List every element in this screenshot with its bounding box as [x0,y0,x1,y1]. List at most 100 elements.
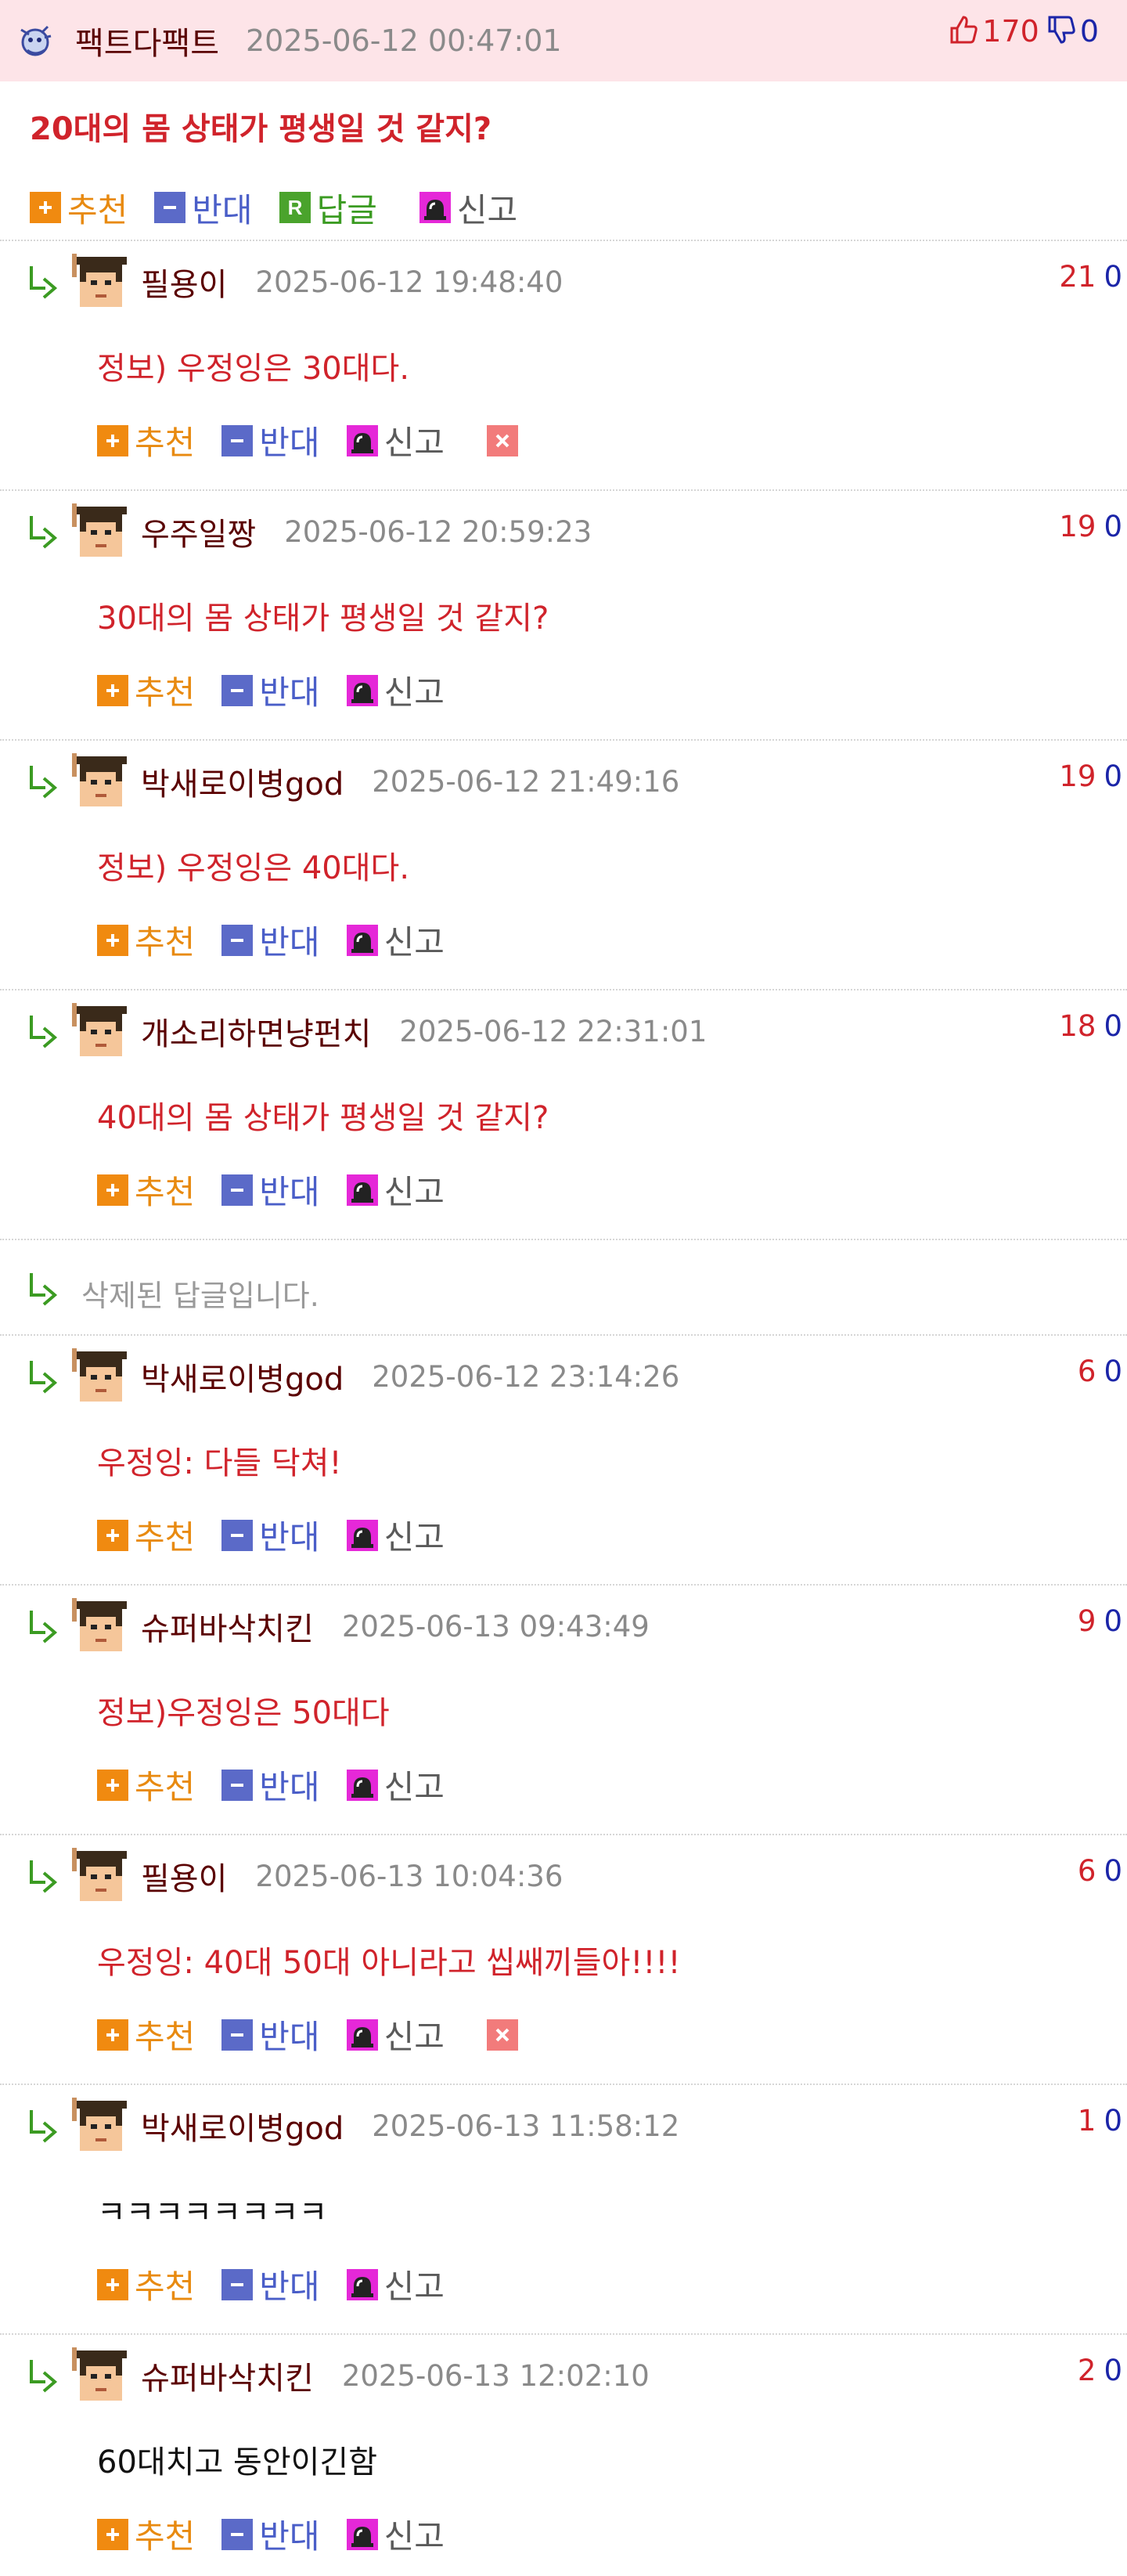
reply-nickname[interactable]: 슈퍼바삭치킨 [141,1604,314,1649]
reply-score: 60 [1078,1854,1122,1888]
report-button[interactable]: 신고 [346,2011,445,2058]
reply-nickname[interactable]: 박새로이병god [141,1354,344,1399]
oppose-button[interactable]: 반대 [221,916,320,964]
report-button[interactable]: 신고 [346,1166,445,1214]
reply-actions: 추천 반대 신고 [97,916,471,964]
avatar[interactable] [72,503,128,560]
delete-icon[interactable] [486,424,518,456]
recommend-button[interactable]: 추천 [97,417,195,464]
oppose-button[interactable]: 반대 [221,1511,320,1559]
top-comment-up-count: 170 [982,14,1039,49]
recommend-button[interactable]: 추천 [97,1166,195,1214]
recommend-button[interactable]: 추천 [97,2260,195,2308]
reply-up-count: 18 [1059,1009,1096,1043]
plus-icon [97,1174,128,1206]
oppose-button[interactable]: 반대 [221,2011,320,2058]
report-label: 신고 [383,1173,445,1211]
avatar[interactable] [72,2098,128,2154]
reply-item: 우주일짱 2025-06-12 20:59:23 19 0 30대의 몸 상태가 평생일… [0,491,1127,741]
avatar[interactable] [72,2347,128,2404]
reply-nickname[interactable]: 박새로이병god [141,759,344,804]
reply-text: 40대의 몸 상태가 평생일 것 같지? [97,1100,549,1136]
avatar[interactable] [72,1598,128,1654]
avatar[interactable] [72,1848,128,1904]
avatar[interactable] [72,753,128,810]
reply-date: 2025-06-12 21:49:16 [372,764,680,799]
recommend-button[interactable]: 추천 [97,666,195,714]
minus-icon [221,1519,254,1551]
reply-date: 2025-06-12 23:14:26 [372,1359,680,1394]
recommend-button[interactable]: 추천 [97,1511,195,1559]
avatar[interactable] [72,1003,128,1059]
minus-icon [221,1769,254,1801]
reply-down-count: 0 [1104,1604,1122,1638]
recommend-button[interactable]: 추천 [97,2011,195,2058]
siren-icon [346,2268,378,2300]
oppose-label: 반대 [259,673,320,712]
oppose-button[interactable]: 반대 [221,2260,320,2308]
oppose-button[interactable]: 반대 [154,184,253,232]
top-comment-body: 20대의 몸 상태가 평생일 것 같지? [0,81,1127,147]
reply-r-icon: R [279,192,311,223]
siren-icon [346,2019,378,2051]
top-comment-nickname[interactable]: 팩트다팩트 [75,18,219,63]
oppose-button[interactable]: 반대 [221,417,320,464]
minus-icon [221,674,254,706]
report-button[interactable]: 신고 [346,916,445,964]
report-button[interactable]: 신고 [346,1511,445,1559]
thumbs-down-icon[interactable] [1046,14,1077,49]
reply-button[interactable]: R 답글 [279,184,377,232]
reply-score: 90 [1078,1604,1122,1638]
recommend-button[interactable]: 추천 [97,916,195,964]
recommend-label: 추천 [135,2268,196,2306]
avatar[interactable] [72,254,128,310]
reply-header: 박새로이병god 2025-06-12 21:49:16 [23,752,1104,811]
reply-down-count: 0 [1104,1009,1122,1043]
plus-icon [97,674,128,706]
oppose-label: 반대 [259,1768,320,1806]
oppose-label: 반대 [259,2268,320,2306]
reply-up-count: 9 [1077,1604,1096,1638]
report-button[interactable]: 신고 [346,1761,445,1809]
reply-nickname[interactable]: 박새로이병god [141,2103,344,2148]
plus-icon [97,424,128,456]
minus-icon [221,924,254,956]
report-button[interactable]: 신고 [346,666,445,714]
recommend-label: 추천 [135,1768,196,1806]
reply-score: 20 [1078,2354,1122,2387]
reply-nickname[interactable]: 우주일짱 [141,509,256,554]
reply-score: 19 0 [1059,759,1122,793]
report-button[interactable]: 신고 [346,2510,445,2558]
reply-nickname[interactable]: 필용이 [141,259,227,305]
reply-nickname[interactable]: 필용이 [141,1853,227,1899]
thumbs-up-icon[interactable] [948,14,979,49]
oppose-button[interactable]: 반대 [221,666,320,714]
reply-nickname[interactable]: 슈퍼바삭치킨 [141,2353,314,2398]
minus-icon [154,192,186,223]
reply-text: 정보) 우정잉은 30대다. [97,351,410,387]
reply-item: 필용이 2025-06-12 19:48:40 21 0 정보) 우정잉은 30대다. 추… [0,241,1127,491]
siren-icon [346,924,378,956]
reply-date: 2025-06-13 09:43:49 [341,1609,650,1643]
oppose-button[interactable]: 반대 [221,1761,320,1809]
report-label: 신고 [456,190,518,229]
delete-icon[interactable] [486,2019,518,2051]
recommend-label: 추천 [135,1518,196,1557]
oppose-button[interactable]: 반대 [221,1166,320,1214]
reply-arrow-icon [23,1356,64,1397]
recommend-label: 추천 [135,2018,196,2056]
avatar[interactable] [72,1348,128,1405]
plus-icon [30,192,61,223]
oppose-button[interactable]: 반대 [221,2510,320,2558]
oppose-label: 반대 [259,923,320,961]
reply-up-count: 21 [1059,260,1096,294]
report-button[interactable]: 신고 [346,2260,445,2308]
recommend-button[interactable]: 추천 [97,1761,195,1809]
report-button[interactable]: 신고 [346,417,445,464]
oppose-label: 반대 [259,2018,320,2056]
reply-nickname[interactable]: 개소리하면냥펀치 [141,1008,371,1054]
oppose-label: 반대 [259,1173,320,1211]
recommend-button[interactable]: 추천 [97,2510,195,2558]
report-button[interactable]: 신고 [419,184,517,232]
recommend-button[interactable]: 추천 [30,184,128,232]
